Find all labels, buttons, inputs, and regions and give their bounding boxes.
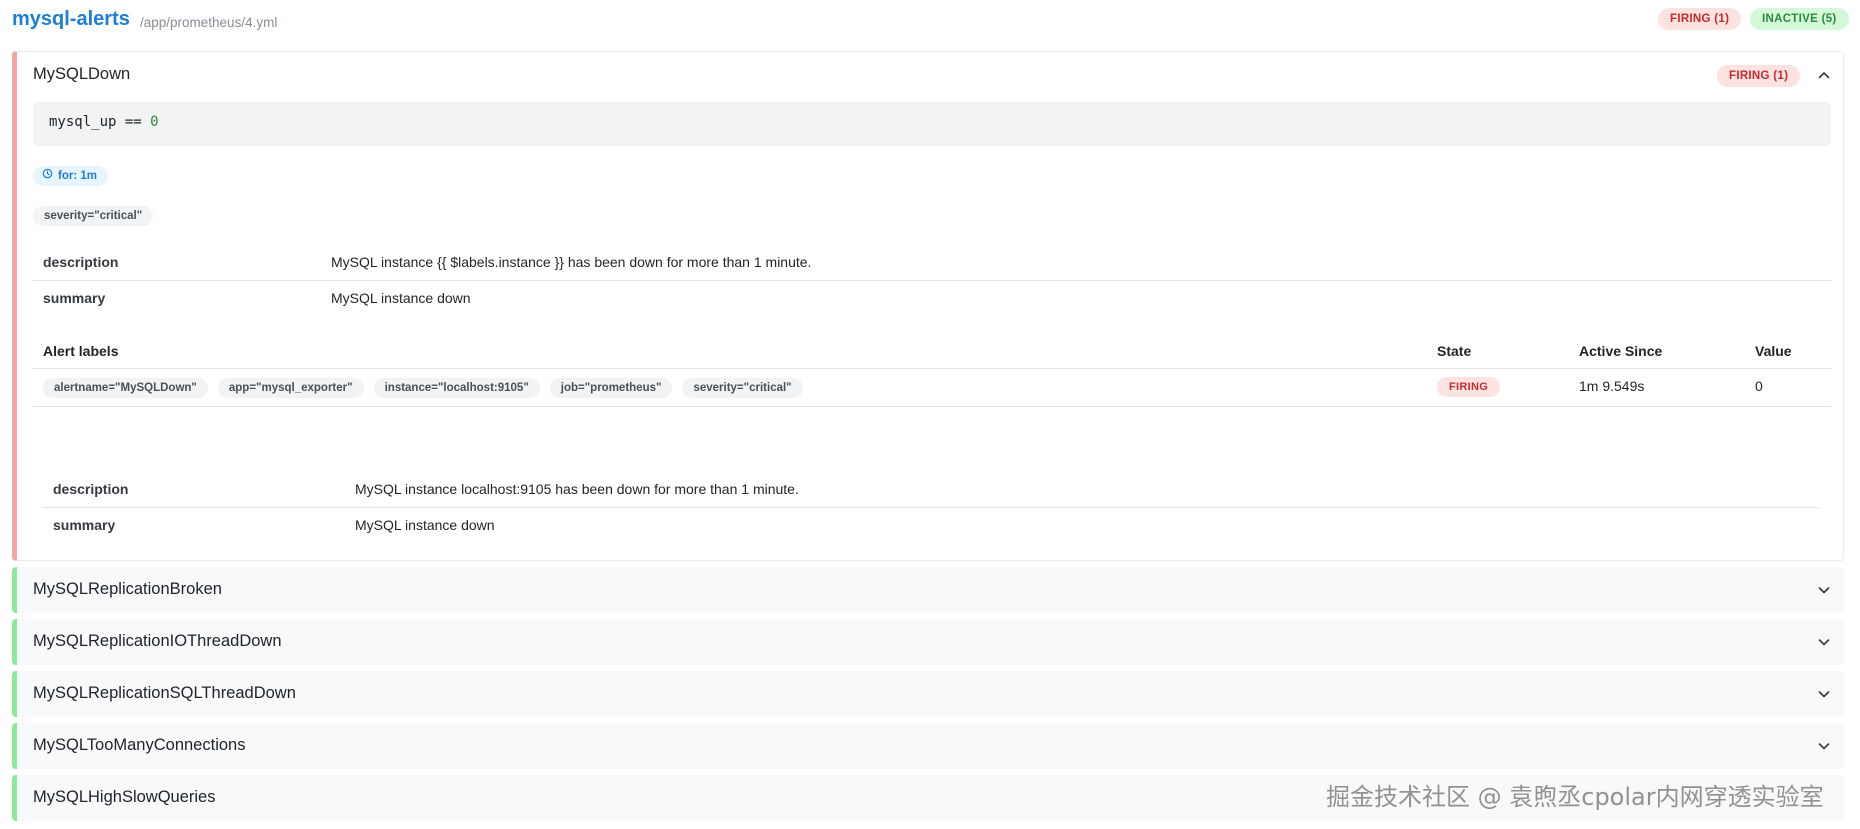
annotation-value: MySQL instance down — [331, 290, 471, 306]
group-inactive-badge: INACTIVE (5) — [1750, 8, 1849, 30]
alert-label-pill: job="prometheus" — [549, 378, 673, 398]
alert-active-since: 1m 9.549s — [1579, 378, 1645, 394]
rule-state-badge: FIRING (1) — [1717, 65, 1801, 87]
rule-panel-mysqldown: MySQLDown FIRING (1) mysql_up == 0 for: … — [12, 51, 1844, 561]
expression-value: 0 — [150, 114, 159, 130]
rule-annotations-table: description MySQL instance {{ $labels.in… — [33, 245, 1831, 317]
annotation-value: MySQL instance {{ $labels.instance }} ha… — [331, 254, 812, 270]
alert-label-pill: instance="localhost:9105" — [373, 378, 540, 398]
chevron-down-icon[interactable] — [1815, 581, 1833, 599]
rule-name: MySQLReplicationIOThreadDown — [33, 632, 282, 650]
alert-label-pill: alertname="MySQLDown" — [43, 378, 208, 398]
rule-name: MySQLReplicationBroken — [33, 580, 222, 598]
annotation-key: summary — [43, 290, 106, 306]
rule-group-header: mysql-alerts /app/prometheus/4.yml FIRIN… — [12, 8, 1849, 38]
header-active-since: Active Since — [1579, 343, 1663, 359]
group-firing-badge: FIRING (1) — [1658, 8, 1742, 30]
annotation-value: MySQL instance down — [355, 517, 495, 533]
annotation-value: MySQL instance localhost:9105 has been d… — [355, 481, 799, 497]
alerts-table-header: Alert labels State Active Since Value — [33, 333, 1831, 369]
alerts-table: Alert labels State Active Since Value al… — [33, 333, 1831, 407]
rule-panel-collapsed[interactable]: MySQLReplicationIOThreadDown — [12, 619, 1844, 665]
annotation-key: summary — [53, 517, 116, 533]
alert-row: alertname="MySQLDown" app="mysql_exporte… — [33, 369, 1831, 407]
alert-annotations-table: description MySQL instance localhost:910… — [43, 472, 1819, 544]
header-state: State — [1437, 343, 1472, 359]
annotation-key: description — [43, 254, 119, 270]
group-title-link[interactable]: mysql-alerts — [12, 8, 130, 31]
rule-name: MySQLReplicationSQLThreadDown — [33, 684, 296, 702]
annotation-key: description — [53, 481, 129, 497]
chevron-down-icon[interactable] — [1815, 737, 1833, 755]
alert-labels: alertname="MySQLDown" app="mysql_exporte… — [43, 378, 803, 398]
chevron-down-icon[interactable] — [1815, 633, 1833, 651]
rule-label-severity: severity="critical" — [33, 206, 154, 226]
watermark-text: 掘金技术社区 @ 袁煦丞cpolar内网穿透实验室 — [1326, 783, 1824, 811]
rule-panel-collapsed[interactable]: MySQLReplicationSQLThreadDown — [12, 671, 1844, 717]
annotation-row: summary MySQL instance down — [33, 281, 1831, 317]
alert-state-badge: FIRING — [1437, 377, 1501, 397]
rule-panel-collapsed[interactable]: MySQLReplicationBroken — [12, 567, 1844, 613]
rule-name: MySQLDown — [33, 65, 131, 83]
rule-name: MySQLTooManyConnections — [33, 736, 246, 754]
rule-name: MySQLHighSlowQueries — [33, 788, 216, 806]
rule-panel-collapsed[interactable]: MySQLTooManyConnections — [12, 723, 1844, 769]
clock-icon — [42, 166, 53, 186]
annotation-row: description MySQL instance {{ $labels.in… — [33, 245, 1831, 281]
for-duration-text: for: 1m — [58, 170, 97, 182]
chevron-down-icon[interactable] — [1815, 685, 1833, 703]
alert-value: 0 — [1755, 378, 1763, 394]
annotation-row: description MySQL instance localhost:910… — [43, 472, 1819, 508]
header-value: Value — [1755, 343, 1792, 359]
expression-text: mysql_up == — [49, 114, 151, 130]
rule-expression: mysql_up == 0 — [33, 102, 1831, 146]
alert-label-pill: app="mysql_exporter" — [217, 378, 364, 398]
header-alert-labels: Alert labels — [43, 343, 119, 359]
alert-label-pill: severity="critical" — [682, 378, 803, 398]
group-file-path: /app/prometheus/4.yml — [140, 15, 278, 30]
chevron-up-icon[interactable] — [1815, 66, 1833, 84]
for-duration-pill: for: 1m — [33, 166, 108, 186]
annotation-row: summary MySQL instance down — [43, 508, 1819, 544]
